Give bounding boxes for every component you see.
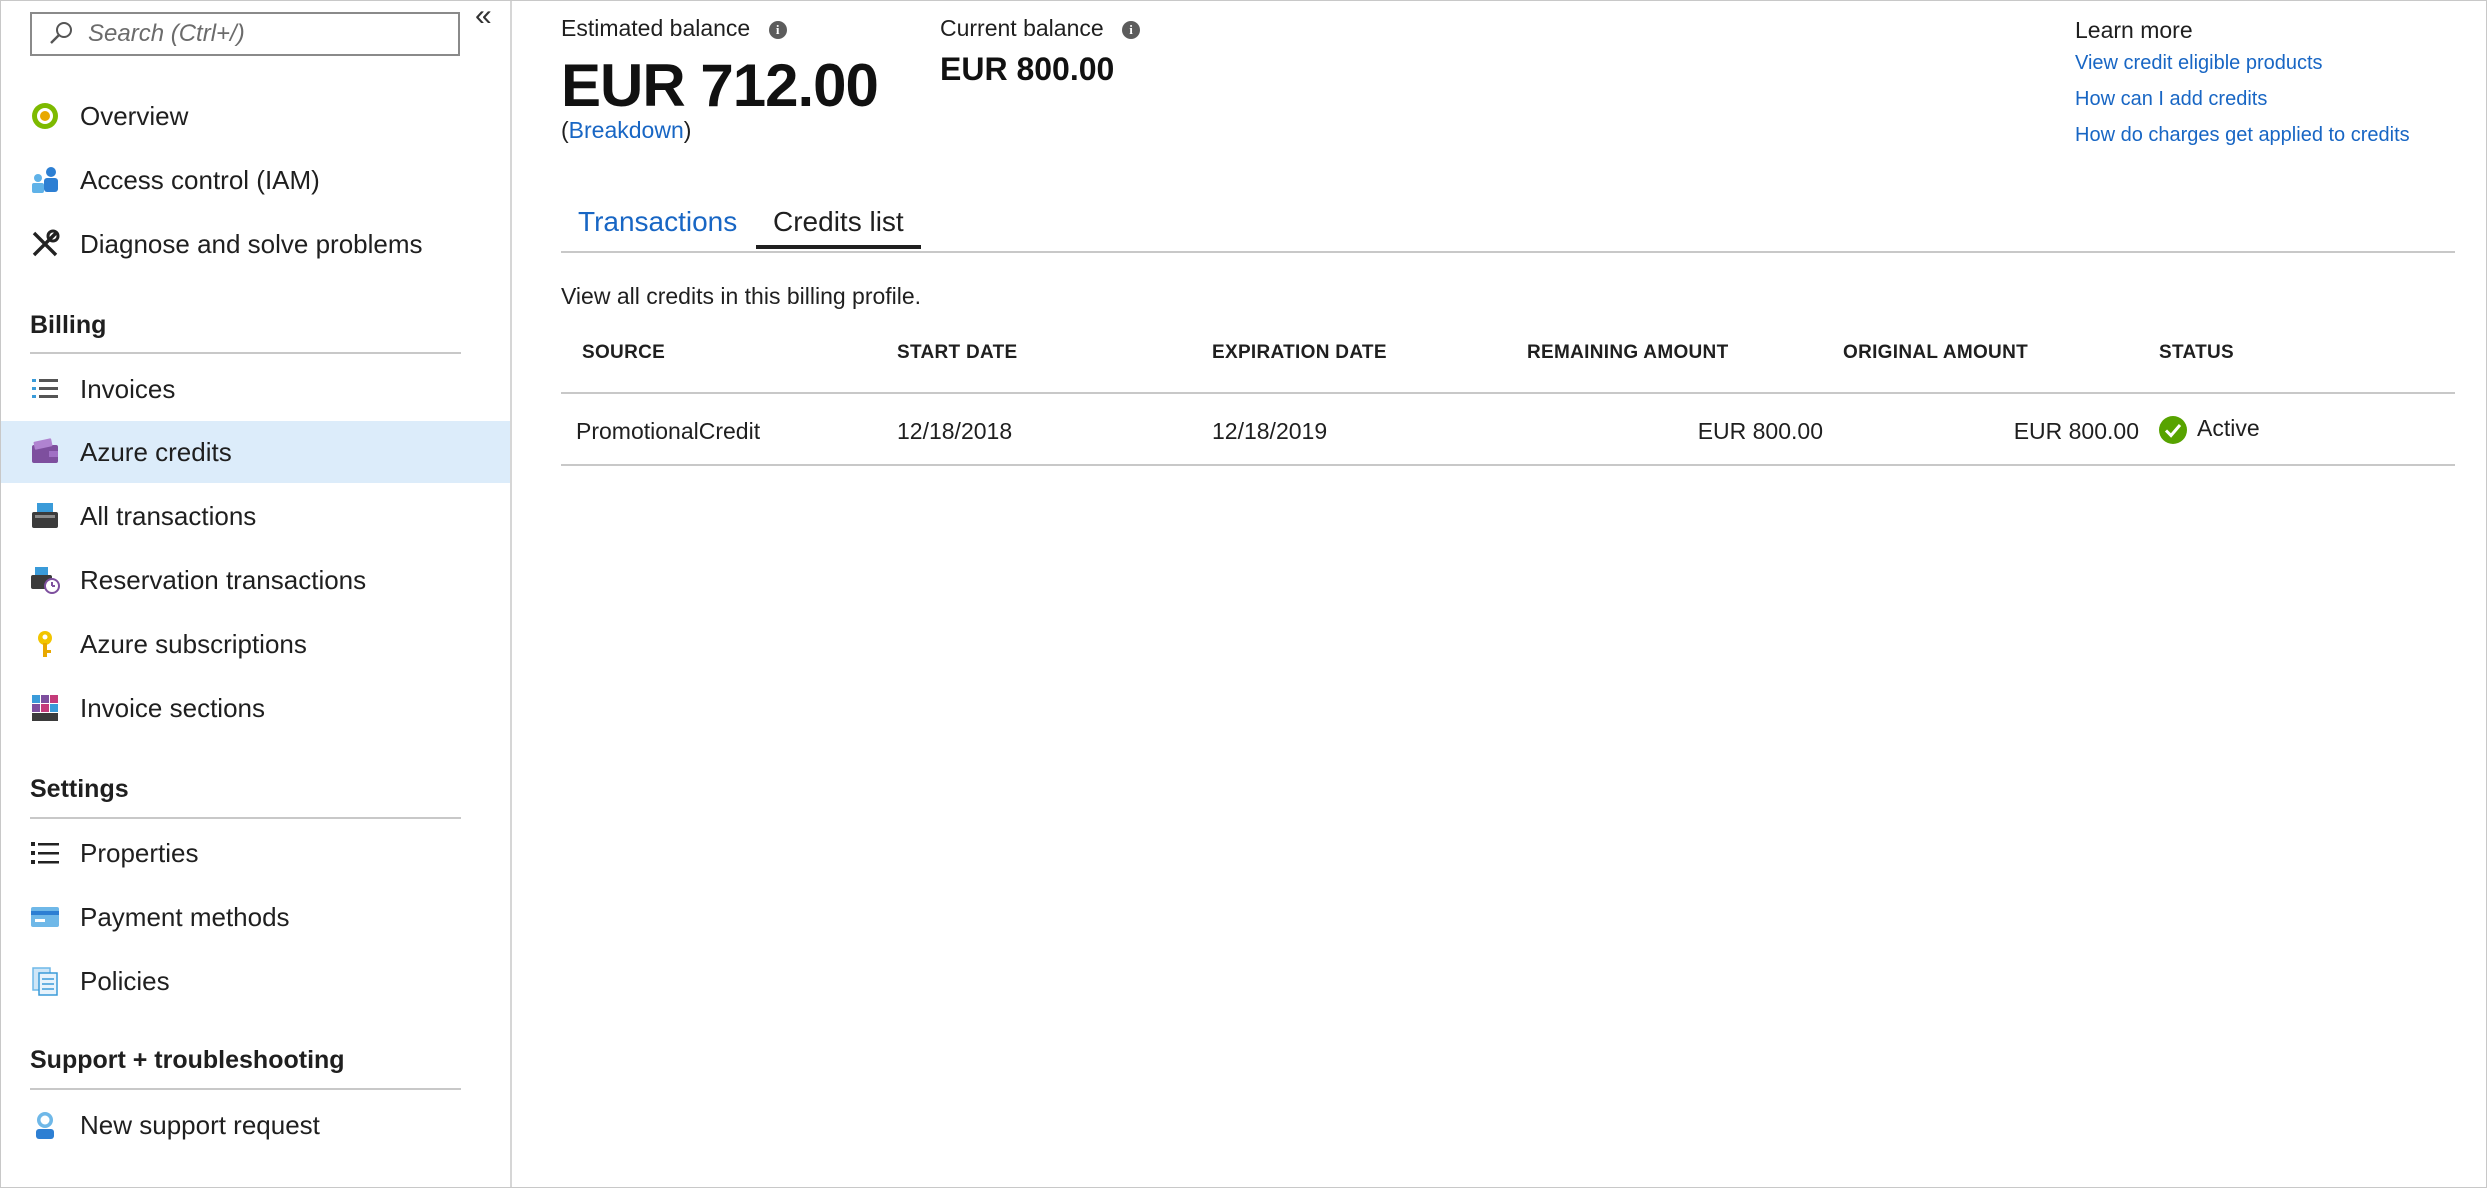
current-balance-label: Current balance i [940, 15, 1141, 42]
section-heading-settings: Settings [30, 775, 129, 803]
checkmark-icon [2159, 415, 2187, 444]
policies-icon [32, 967, 58, 996]
cell-start-date: 12/18/2018 [897, 418, 1013, 444]
properties-icon [31, 842, 59, 864]
sidebar-item-label: Reservation transactions [80, 564, 367, 595]
collapse-sidebar-icon[interactable]: « [475, 1, 492, 31]
sidebar-item-payment-methods[interactable]: Payment methods [1, 886, 510, 948]
status-text: Active [2197, 415, 2260, 441]
cell-status: Active [2159, 415, 2260, 444]
reservation-icon [31, 567, 60, 594]
overview-icon [32, 103, 58, 129]
sidebar-item-azure-credits[interactable]: Azure credits [1, 421, 510, 483]
divider [30, 352, 461, 354]
support-icon [36, 1112, 54, 1139]
table-row-divider [561, 464, 2455, 466]
sidebar-item-label: Diagnose and solve problems [80, 228, 423, 259]
sidebar-item-label: Policies [80, 965, 170, 996]
sidebar-item-overview[interactable]: Overview [1, 85, 510, 147]
search-placeholder: Search (Ctrl+/) [88, 20, 245, 47]
learn-link-charges-applied[interactable]: How do charges get applied to credits [2075, 124, 2410, 147]
tab-transactions[interactable]: Transactions [561, 199, 754, 249]
wallet-icon [32, 438, 58, 463]
register-icon [32, 503, 58, 528]
divider [30, 1088, 461, 1090]
estimated-balance-amount: EUR 712.00 [561, 52, 879, 119]
learn-link-credit-eligible-products[interactable]: View credit eligible products [2075, 52, 2323, 75]
estimated-balance-label: Estimated balance i [561, 15, 787, 42]
sidebar-item-invoices[interactable]: Invoices [1, 358, 510, 420]
cell-original-amount: EUR 800.00 [2013, 418, 2139, 444]
app-window: Search (Ctrl+/) « Overview Access contro… [0, 0, 2487, 1188]
column-header-original-amount: ORIGINAL AMOUNT [1843, 342, 2028, 363]
sidebar-item-reservation-transactions[interactable]: Reservation transactions [1, 549, 510, 611]
tab-credits-list[interactable]: Credits list [756, 199, 921, 249]
credits-description: View all credits in this billing profile… [561, 283, 922, 309]
sidebar-item-properties[interactable]: Properties [1, 822, 510, 884]
list-icon [32, 379, 58, 398]
sidebar-item-policies[interactable]: Policies [1, 950, 510, 1012]
sidebar-item-label: All transactions [80, 500, 257, 531]
sidebar-item-access-control[interactable]: Access control (IAM) [1, 149, 510, 211]
iam-icon [32, 167, 58, 193]
sidebar-item-label: Azure credits [80, 436, 232, 467]
estimated-balance-text: Estimated balance [561, 15, 751, 41]
column-header-start-date: START DATE [897, 342, 1018, 363]
section-heading-support: Support + troubleshooting [30, 1046, 345, 1074]
table-header-divider [561, 392, 2455, 394]
paren-close: ) [683, 117, 692, 143]
sidebar-item-diagnose[interactable]: Diagnose and solve problems [1, 213, 510, 275]
sidebar-item-label: Payment methods [80, 901, 290, 932]
grid-icon [32, 695, 58, 721]
sidebar-item-label: Access control (IAM) [80, 164, 320, 195]
sidebar-item-label: Overview [80, 100, 189, 131]
column-header-status: STATUS [2159, 342, 2234, 363]
current-balance-text: Current balance [940, 15, 1104, 41]
sidebar-item-invoice-sections[interactable]: Invoice sections [1, 677, 510, 739]
column-header-source: SOURCE [582, 342, 666, 363]
divider [30, 817, 461, 819]
learn-link-add-credits[interactable]: How can I add credits [2075, 88, 2267, 111]
sidebar-item-label: Azure subscriptions [80, 628, 307, 659]
breakdown-wrapper: (Breakdown) [561, 117, 691, 144]
current-balance-amount: EUR 800.00 [940, 51, 1115, 87]
search-icon [50, 22, 72, 44]
cell-remaining-amount: EUR 800.00 [1697, 418, 1823, 444]
sidebar: Search (Ctrl+/) « Overview Access contro… [1, 1, 512, 1187]
main-content: Estimated balance i EUR 712.00 (Breakdow… [512, 1, 2486, 1187]
sidebar-item-label: Properties [80, 837, 199, 868]
section-heading-billing: Billing [30, 311, 107, 339]
sidebar-item-all-transactions[interactable]: All transactions [1, 485, 510, 547]
column-header-remaining-amount: REMAINING AMOUNT [1527, 342, 1729, 363]
sidebar-item-label: Invoice sections [80, 692, 265, 723]
info-icon[interactable]: i [768, 20, 787, 39]
search-input[interactable]: Search (Ctrl+/) [30, 12, 460, 56]
breakdown-link[interactable]: Breakdown [569, 117, 684, 143]
sidebar-item-label: New support request [80, 1109, 320, 1140]
tab-divider [561, 251, 2455, 253]
learn-more-title: Learn more [2075, 17, 2193, 43]
paren-open: ( [561, 117, 569, 143]
sidebar-item-azure-subscriptions[interactable]: Azure subscriptions [1, 613, 510, 675]
tools-icon [32, 229, 60, 257]
key-icon [38, 631, 52, 657]
column-header-expiration-date: EXPIRATION DATE [1212, 342, 1387, 363]
card-icon [31, 907, 59, 927]
cell-expiration-date: 12/18/2019 [1212, 418, 1328, 444]
sidebar-item-new-support-request[interactable]: New support request [1, 1094, 510, 1156]
cell-source: PromotionalCredit [576, 418, 761, 444]
info-icon[interactable]: i [1122, 20, 1141, 39]
sidebar-item-label: Invoices [80, 373, 176, 404]
